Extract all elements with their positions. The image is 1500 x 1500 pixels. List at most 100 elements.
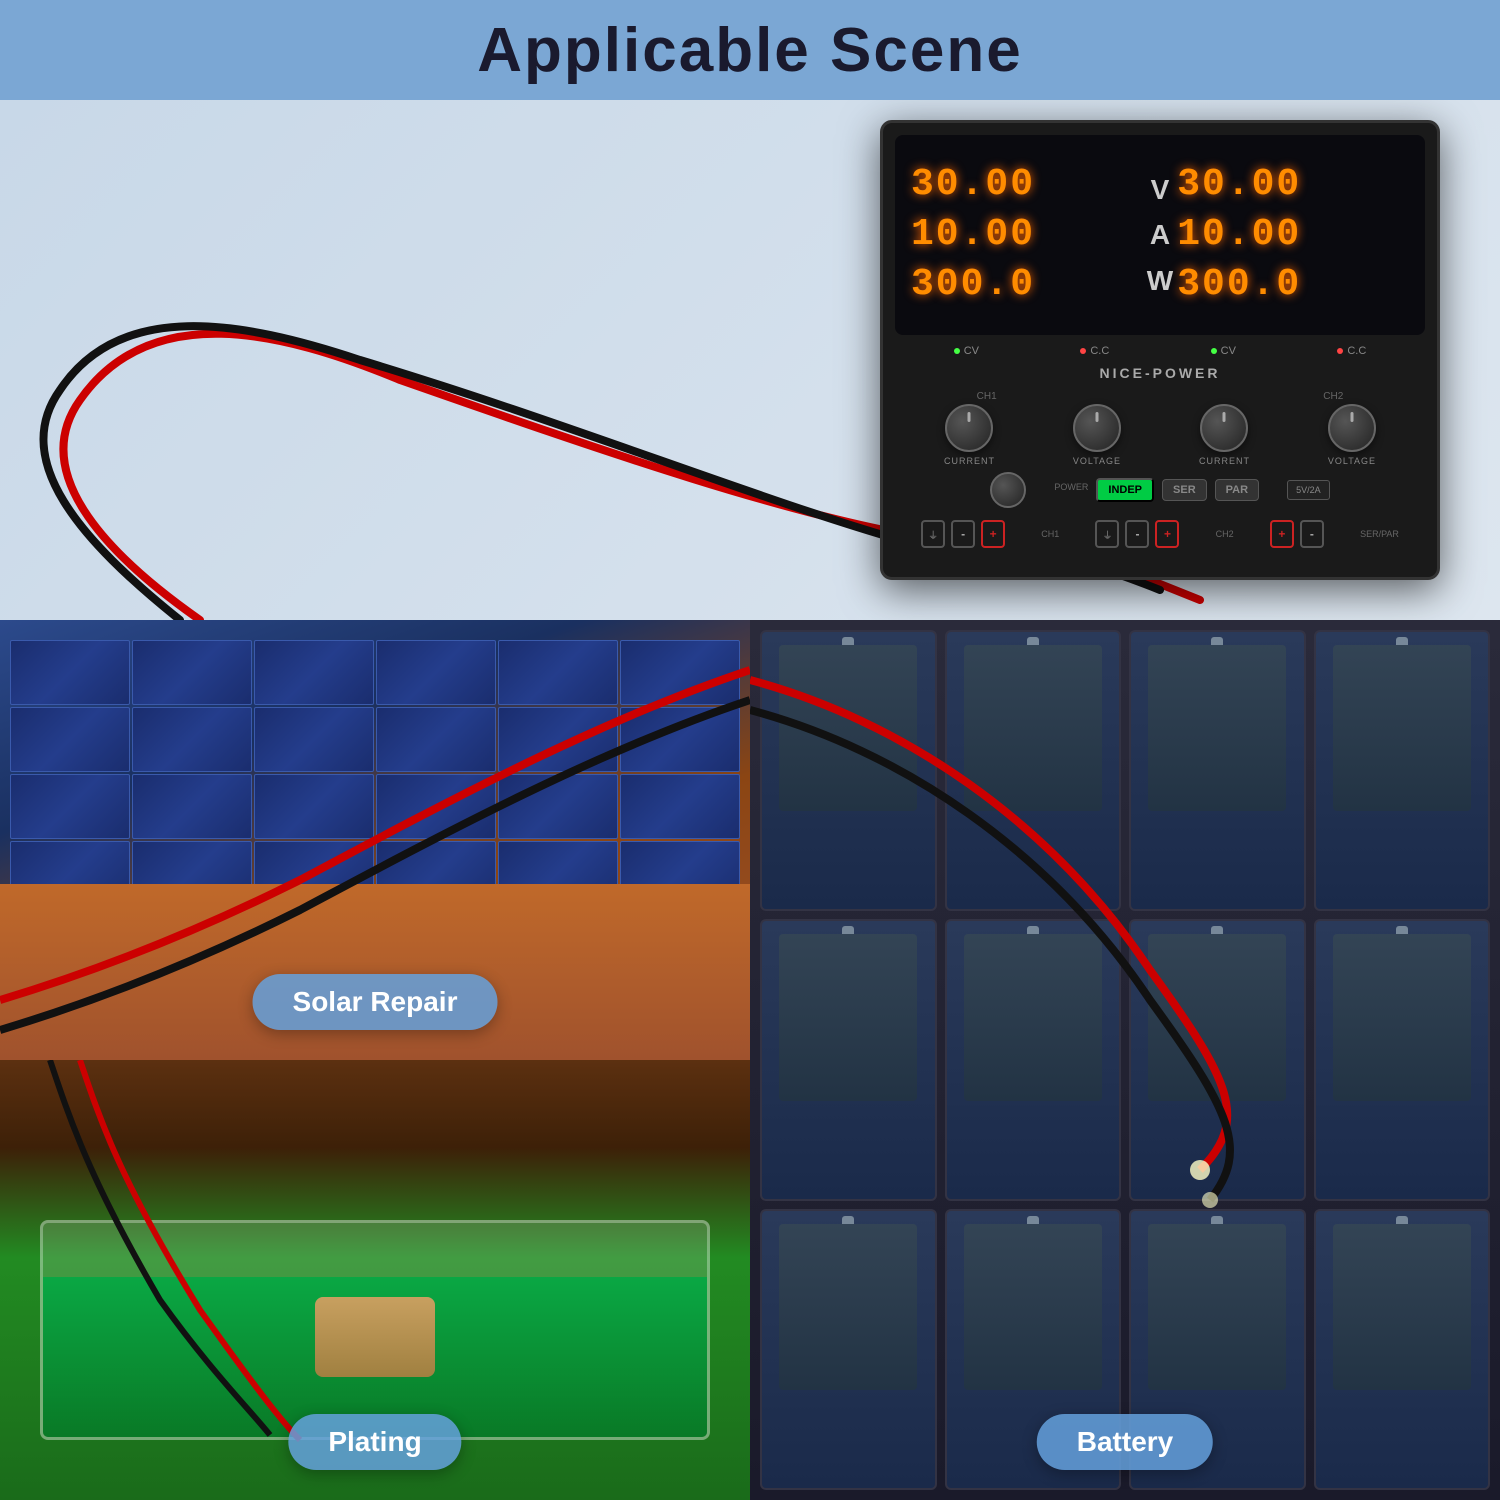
ch1-ground-terminal[interactable] xyxy=(921,520,945,548)
par-button[interactable]: PAR xyxy=(1215,479,1259,501)
ch1-cv-status: CV xyxy=(954,345,979,357)
usb-port: 5V/2A xyxy=(1287,480,1330,500)
cv-dot-1 xyxy=(954,348,960,354)
ch2-ampere: 10.00 xyxy=(1177,214,1409,256)
main-content: 30.00 10.00 300.0 V A W 30.00 10.00 300.… xyxy=(0,100,1500,1500)
solar-cell xyxy=(620,774,740,839)
header: Applicable Scene xyxy=(0,0,1500,100)
cv-dot-2 xyxy=(1211,348,1217,354)
unit-v: V xyxy=(1151,173,1170,207)
solar-cell xyxy=(254,707,374,772)
ch2-pos-terminal[interactable] xyxy=(1155,520,1179,548)
cc-label-2: C.C xyxy=(1347,345,1366,357)
solar-label: Solar Repair xyxy=(253,974,498,1030)
cc-dot-2 xyxy=(1337,348,1343,354)
solar-cell xyxy=(10,707,130,772)
plating-label: Plating xyxy=(288,1414,461,1470)
ch1-label: CH1 xyxy=(977,391,997,402)
ch1-neg-terminal[interactable] xyxy=(951,520,975,548)
battery-scene: Battery xyxy=(750,620,1500,1500)
page-wrapper: Applicable Scene 30.00 10 xyxy=(0,0,1500,1500)
solar-cell xyxy=(132,640,252,705)
serpar-neg-terminal[interactable] xyxy=(1300,520,1324,548)
knob-voltage-2[interactable] xyxy=(1328,404,1376,452)
plating-scene: Plating xyxy=(0,1060,750,1500)
battery-cell xyxy=(1314,1209,1491,1490)
mode-row: POWER INDEP SER PAR 5V/2A xyxy=(895,472,1425,508)
indep-button[interactable]: INDEP xyxy=(1096,478,1154,502)
power-button[interactable] xyxy=(990,472,1026,508)
battery-cell xyxy=(1314,630,1491,911)
solar-cell xyxy=(620,640,740,705)
plating-sponge xyxy=(315,1297,435,1377)
unit-a: A xyxy=(1150,218,1170,252)
cc-label-1: C.C xyxy=(1090,345,1109,357)
knob-group-1: CURRENT xyxy=(944,404,995,466)
knob-voltage-1[interactable] xyxy=(1073,404,1121,452)
ser-button[interactable]: SER xyxy=(1162,479,1207,501)
serpar-pos-terminal[interactable] xyxy=(1270,520,1294,548)
ch-labels-row: CH1 CH2 xyxy=(895,391,1425,402)
display-col-left: 30.00 10.00 300.0 xyxy=(911,164,1143,305)
solar-cell xyxy=(10,640,130,705)
solar-cell xyxy=(254,774,374,839)
knob-voltage-2-label: VOLTAGE xyxy=(1328,456,1376,466)
solar-cell xyxy=(498,774,618,839)
brand-name: NICE-POWER xyxy=(895,365,1425,381)
battery-cell xyxy=(760,1209,937,1490)
power-label: POWER xyxy=(1054,482,1088,492)
ch1-voltage: 30.00 xyxy=(911,164,1143,206)
ch2-neg-terminal[interactable] xyxy=(1125,520,1149,548)
ch2-terminal-label: CH2 xyxy=(1216,529,1234,539)
ch2-label: CH2 xyxy=(1323,391,1343,402)
solar-cell xyxy=(376,707,496,772)
ch2-cc-status: C.C xyxy=(1337,345,1366,357)
ch2-ground-terminal[interactable] xyxy=(1095,520,1119,548)
knobs-row: CURRENT VOLTAGE CURRENT VOLTAGE xyxy=(895,404,1425,466)
knob-group-3: CURRENT xyxy=(1199,404,1250,466)
battery-cell xyxy=(760,630,937,911)
ch1-terminals xyxy=(921,520,1005,548)
ch2-cv-status: CV xyxy=(1211,345,1236,357)
battery-grid xyxy=(760,630,1490,1490)
ch2-voltage: 30.00 xyxy=(1177,164,1409,206)
knob-group-4: VOLTAGE xyxy=(1328,404,1376,466)
battery-cell xyxy=(945,919,1122,1200)
solar-cell xyxy=(498,640,618,705)
knob-current-2[interactable] xyxy=(1200,404,1248,452)
knob-current-1-label: CURRENT xyxy=(944,456,995,466)
solar-scene: Solar Repair xyxy=(0,620,750,1060)
solar-cell xyxy=(376,640,496,705)
display-panel: 30.00 10.00 300.0 V A W 30.00 10.00 300.… xyxy=(895,135,1425,335)
solar-cell xyxy=(10,774,130,839)
knob-current-2-label: CURRENT xyxy=(1199,456,1250,466)
knob-voltage-1-label: VOLTAGE xyxy=(1073,456,1121,466)
ch1-cc-status: C.C xyxy=(1080,345,1109,357)
serpar-label: SER/PAR xyxy=(1360,529,1399,539)
battery-cell xyxy=(1129,630,1306,911)
solar-cell xyxy=(132,707,252,772)
display-col-right: 30.00 10.00 300.0 xyxy=(1177,164,1409,305)
battery-cell xyxy=(1314,919,1491,1200)
power-label-area: POWER xyxy=(1054,482,1088,492)
solar-cell xyxy=(132,774,252,839)
serpar-terminals xyxy=(1270,520,1324,548)
cv-label-2: CV xyxy=(1221,345,1236,357)
unit-w: W xyxy=(1147,264,1173,298)
solar-panel-grid xyxy=(0,620,750,906)
ch1-terminal-label: CH1 xyxy=(1041,529,1059,539)
power-supply: 30.00 10.00 300.0 V A W 30.00 10.00 300.… xyxy=(880,120,1440,580)
ch2-terminals xyxy=(1095,520,1179,548)
battery-cell xyxy=(1129,919,1306,1200)
terminal-row: CH1 CH2 SER/PAR xyxy=(895,516,1425,552)
ch2-watt: 300.0 xyxy=(1177,264,1409,306)
knob-group-2: VOLTAGE xyxy=(1073,404,1121,466)
status-row: CV C.C CV C.C xyxy=(895,345,1425,357)
knob-current-1[interactable] xyxy=(945,404,993,452)
ch1-pos-terminal[interactable] xyxy=(981,520,1005,548)
solar-cell xyxy=(498,707,618,772)
solar-roof xyxy=(0,884,750,1060)
cc-dot-1 xyxy=(1080,348,1086,354)
solar-cell xyxy=(376,774,496,839)
battery-cell xyxy=(945,630,1122,911)
